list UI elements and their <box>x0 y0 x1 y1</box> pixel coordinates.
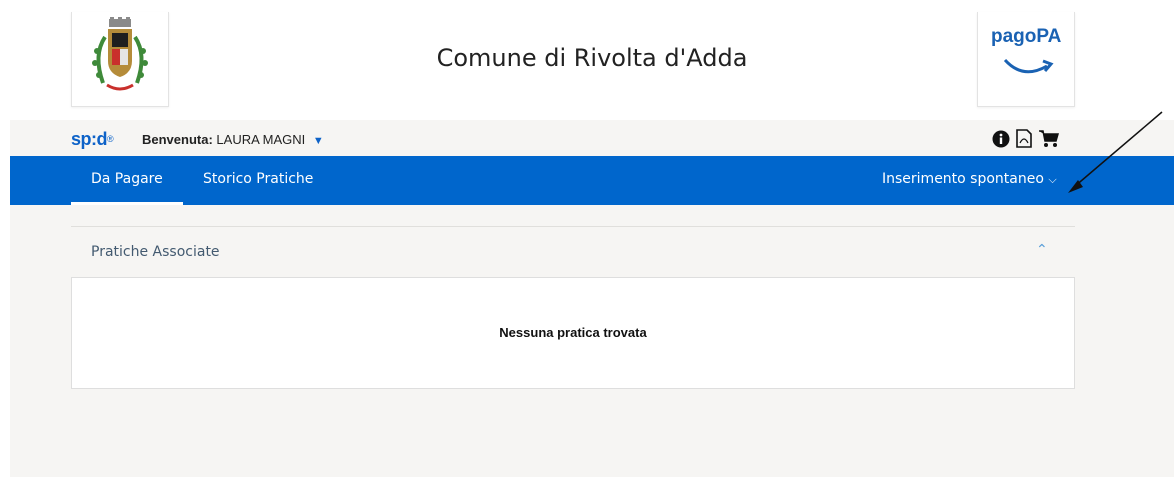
annotation-arrow <box>1068 111 1163 193</box>
